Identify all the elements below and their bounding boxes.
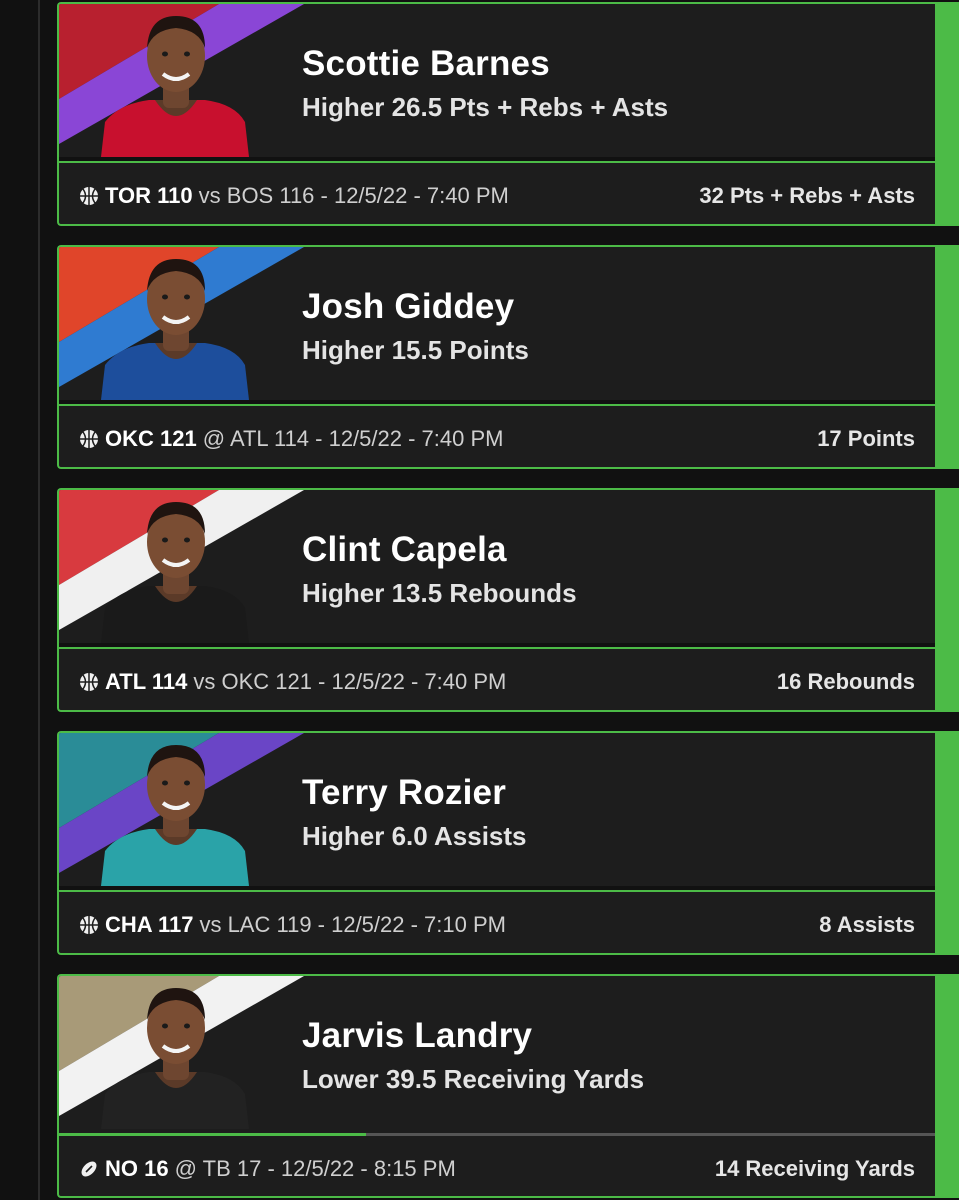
win-status-strip [935,490,959,710]
pick-stat: Points [449,335,529,365]
team-score: NO 16 [105,1156,169,1181]
basketball-icon [80,187,98,205]
pick-stat: Pts + Rebs + Asts [449,92,669,122]
actual-result: 32 Pts + Rebs + Asts [699,183,915,208]
pick-header: Scottie Barnes Higher 26.5 Pts + Rebs + A… [59,4,935,157]
actual-result: 17 Points [817,426,915,451]
matchup-details: vs BOS 116 - 12/5/22 - 7:40 PM [198,183,509,208]
win-status-strip [935,247,959,467]
player-name: Clint Capela [302,530,507,569]
pick-direction: Higher [302,335,385,365]
pick-header: Terry Rozier Higher 6.0 Assists [59,733,935,886]
game-info-row: CHA 117 vs LAC 119 - 12/5/22 - 7:10 PM 8 A… [59,890,935,953]
basketball-icon [80,673,98,691]
team-score: ATL 114 [105,669,188,694]
team-score: CHA 117 [105,912,194,937]
timeline-rail [38,0,40,1200]
football-icon [81,1161,97,1177]
pick-card[interactable]: Clint Capela Higher 13.5 Rebounds ATL 114 v… [57,488,959,712]
game-summary: TOR 110 vs BOS 116 - 12/5/22 - 7:40 PM [79,183,509,209]
pick-direction: Higher [302,92,385,122]
basketball-icon [80,430,98,448]
pick-stat: Assists [434,821,527,851]
matchup-details: @ TB 17 - 12/5/22 - 8:15 PM [174,1156,456,1181]
pick-stat: Rebounds [449,578,577,608]
pick-direction: Higher [302,821,385,851]
player-banner [59,976,304,1129]
team-score: OKC 121 [105,426,197,451]
actual-result: 16 Rebounds [776,669,915,694]
win-status-strip [935,733,959,953]
game-summary: ATL 114 vs OKC 121 - 12/5/22 - 7:40 PM [79,669,506,695]
pick-line-value: 39.5 [385,1064,437,1094]
actual-result: 14 Receiving Yards [714,1156,915,1181]
win-status-strip [935,976,959,1196]
matchup-details: vs LAC 119 - 12/5/22 - 7:10 PM [199,912,506,937]
player-banner [59,733,304,886]
pick-line: Higher 6.0 Assists [302,821,527,852]
pick-direction: Higher [302,578,385,608]
pick-line-value: 15.5 [391,335,443,365]
pick-line: Higher 15.5 Points [302,335,529,366]
actual-result: 8 Assists [819,912,915,937]
pick-header: Clint Capela Higher 13.5 Rebounds [59,490,935,643]
player-name: Scottie Barnes [302,44,550,83]
matchup-details: @ ATL 114 - 12/5/22 - 7:40 PM [202,426,504,451]
pick-line: Higher 13.5 Rebounds [302,578,577,609]
pick-line-value: 13.5 [391,578,443,608]
player-name: Terry Rozier [302,773,507,812]
pick-direction: Lower [302,1064,379,1094]
pick-card[interactable]: Terry Rozier Higher 6.0 Assists CHA 117 vs … [57,731,959,955]
pick-card[interactable]: Jarvis Landry Lower 39.5 Receiving Yards N… [57,974,959,1198]
player-name: Jarvis Landry [302,1016,533,1055]
game-summary: OKC 121 @ ATL 114 - 12/5/22 - 7:40 PM [79,426,503,452]
basketball-icon [80,916,98,934]
pick-card[interactable]: Josh Giddey Higher 15.5 Points OKC 121 @ AT… [57,245,959,469]
pick-header: Jarvis Landry Lower 39.5 Receiving Yards [59,976,935,1129]
game-info-row: OKC 121 @ ATL 114 - 12/5/22 - 7:40 PM 17 P… [59,404,935,467]
player-banner [59,247,304,400]
pick-card[interactable]: Scottie Barnes Higher 26.5 Pts + Rebs + A… [57,2,959,226]
pick-line-value: 6.0 [391,821,428,851]
player-banner [59,490,304,643]
matchup-details: vs OKC 121 - 12/5/22 - 7:40 PM [193,669,507,694]
pick-stat: Receiving Yards [443,1064,645,1094]
pick-line: Lower 39.5 Receiving Yards [302,1064,644,1095]
game-info-row: TOR 110 vs BOS 116 - 12/5/22 - 7:40 PM 32 … [59,161,935,224]
game-progress-bar [59,1133,366,1136]
pick-line-value: 26.5 [391,92,443,122]
pick-line: Higher 26.5 Pts + Rebs + Asts [302,92,668,123]
game-info-row: NO 16 @ TB 17 - 12/5/22 - 8:15 PM 14 Recei… [59,1133,935,1196]
player-name: Josh Giddey [302,287,515,326]
game-summary: CHA 117 vs LAC 119 - 12/5/22 - 7:10 PM [79,912,506,938]
pick-header: Josh Giddey Higher 15.5 Points [59,247,935,400]
game-info-row: ATL 114 vs OKC 121 - 12/5/22 - 7:40 PM 16 … [59,647,935,710]
game-summary: NO 16 @ TB 17 - 12/5/22 - 8:15 PM [79,1156,456,1182]
player-banner [59,4,304,157]
win-status-strip [935,4,959,224]
team-score: TOR 110 [105,183,193,208]
